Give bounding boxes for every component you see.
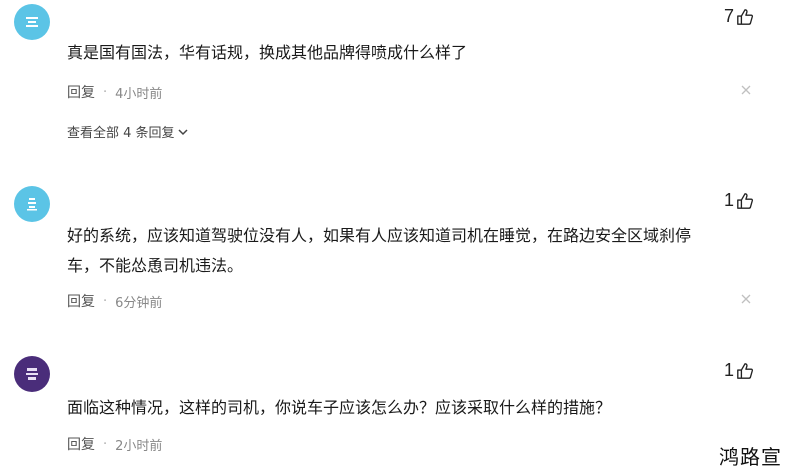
like-button[interactable]: 1	[724, 190, 754, 211]
close-icon[interactable]	[740, 293, 752, 305]
separator-dot: ·	[103, 84, 108, 100]
separator-dot: ·	[103, 293, 108, 309]
avatar-glyph-icon	[26, 368, 38, 380]
avatar[interactable]	[14, 356, 50, 392]
timestamp: 4小时前	[115, 86, 163, 102]
view-all-replies-label: 查看全部 4 条回复	[67, 126, 175, 141]
timestamp: 2小时前	[115, 438, 163, 454]
like-button[interactable]: 7	[724, 6, 754, 27]
comment-text: 好的系统，应该知道驾驶位没有人，如果有人应该知道司机在睡觉，在路边安全区域刹停车…	[67, 226, 692, 275]
reply-button[interactable]: 回复	[67, 82, 95, 102]
comment-meta: 回复 · 4小时前	[67, 82, 162, 102]
comment-meta: 回复 · 6分钟前	[67, 291, 162, 311]
separator-dot: ·	[103, 436, 108, 452]
thumbs-up-icon	[737, 362, 754, 379]
comment-meta: 回复 · 2小时前	[67, 434, 162, 454]
avatar-glyph-icon	[27, 198, 37, 211]
like-button[interactable]: 1	[724, 360, 754, 381]
watermark: 鸿路宣	[719, 445, 782, 469]
avatar[interactable]	[14, 186, 50, 222]
like-count: 1	[723, 360, 734, 380]
reply-button[interactable]: 回复	[67, 434, 95, 454]
close-icon[interactable]	[740, 84, 752, 96]
view-all-replies-button[interactable]: 查看全部 4 条回复	[67, 122, 189, 141]
comment-text: 面临这种情况，这样的司机，你说车子应该怎么办？应该采取什么样的措施？	[67, 398, 612, 417]
thumbs-up-icon	[737, 8, 754, 25]
timestamp: 6分钟前	[115, 295, 163, 311]
like-count: 1	[723, 190, 734, 210]
chevron-down-icon	[178, 128, 188, 135]
reply-button[interactable]: 回复	[67, 291, 95, 311]
like-count: 7	[723, 6, 734, 26]
avatar-glyph-icon	[26, 17, 38, 27]
avatar[interactable]	[14, 4, 50, 40]
thumbs-up-icon	[737, 192, 754, 209]
comment-text: 真是国有国法，华有话规，换成其他品牌得喷成什么样了	[67, 43, 468, 62]
